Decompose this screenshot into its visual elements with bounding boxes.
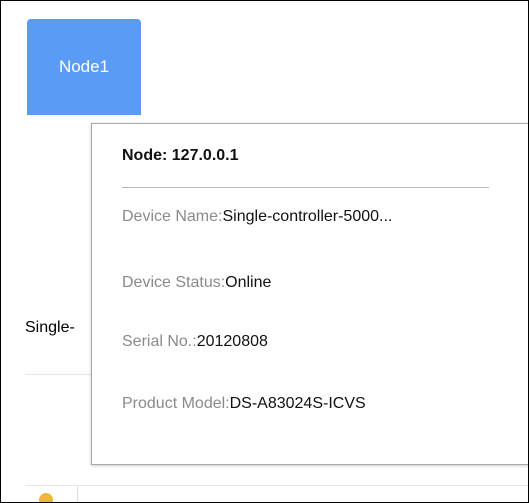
device-status-value: Online bbox=[225, 274, 272, 291]
device-name-label: Device Name: bbox=[122, 208, 223, 225]
device-status-label: Device Status: bbox=[122, 274, 226, 291]
bottom-bar-item[interactable] bbox=[25, 486, 78, 502]
node-tile-scalloped-edge bbox=[27, 111, 141, 119]
node-info-tooltip: Node: 127.0.0.1 Device Name:Single-contr… bbox=[91, 123, 528, 465]
tooltip-divider bbox=[122, 187, 489, 188]
device-name-value: Single-controller-5000... bbox=[222, 208, 393, 225]
product-model-row: Product Model:DS-A83024S-ICVS bbox=[122, 395, 366, 413]
node-tile[interactable]: Node1 bbox=[27, 19, 141, 119]
product-model-value: DS-A83024S-ICVS bbox=[229, 395, 366, 412]
serial-no-row: Serial No.:20120808 bbox=[122, 333, 268, 351]
status-indicator-icon bbox=[39, 493, 53, 502]
bottom-bar-divider bbox=[25, 485, 528, 486]
tooltip-title: Node: 127.0.0.1 bbox=[122, 147, 239, 164]
node-tile-label: Node1 bbox=[58, 57, 110, 76]
node-name-label: Single- bbox=[25, 319, 75, 336]
serial-no-value: 20120808 bbox=[196, 333, 268, 350]
device-name-row: Device Name:Single-controller-5000... bbox=[122, 208, 392, 226]
serial-no-label: Serial No.: bbox=[122, 333, 197, 350]
product-model-label: Product Model: bbox=[122, 395, 230, 412]
device-status-row: Device Status:Online bbox=[122, 274, 271, 292]
app-window: Node1 Single- Node: 127.0.0.1 Device Nam… bbox=[0, 0, 529, 503]
